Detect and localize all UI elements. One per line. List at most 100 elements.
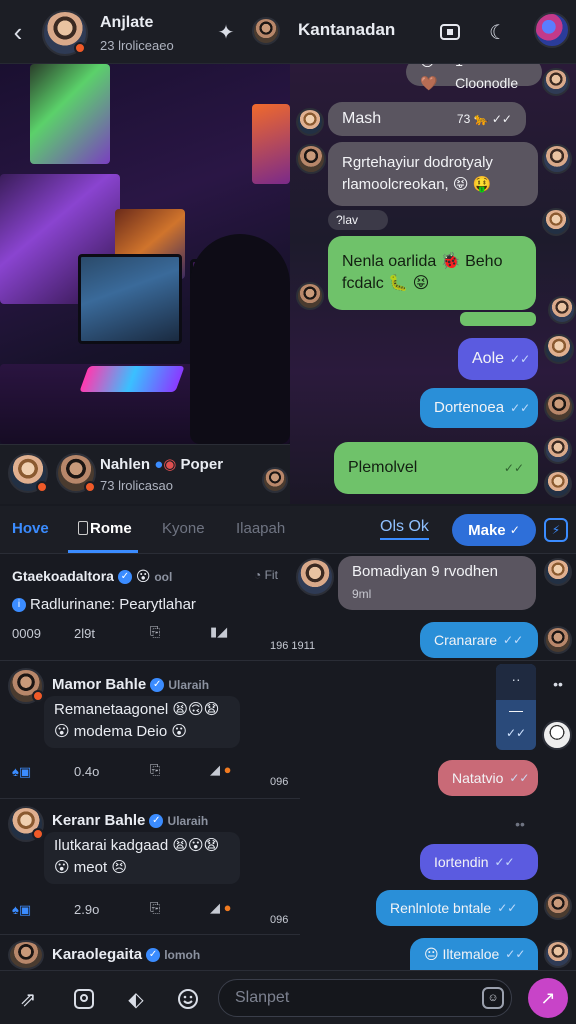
post-author[interactable]: Gtaekoadaltora ✓ 😮 ool (12, 568, 172, 585)
sparkle-icon[interactable]: ✦ (212, 18, 240, 46)
tab-hove[interactable]: Hove (12, 520, 49, 537)
post-avatar[interactable] (8, 940, 44, 970)
mini-card[interactable]: ·· — ✓✓ (496, 664, 536, 750)
like-icon[interactable]: ▮◢ (210, 624, 227, 640)
like-icon[interactable]: ♠▣ (12, 902, 31, 918)
chat-message[interactable]: Aole ✓✓ (458, 338, 538, 380)
verified-icon: ✓ (117, 570, 132, 585)
main-monitor (78, 254, 182, 344)
post-body-line: 😮 modema Deio 😮 (54, 723, 187, 740)
chat-message[interactable]: Mash 73 🐆 ✓✓ (328, 102, 526, 136)
more-icon[interactable]: •• (546, 674, 570, 694)
feed-post[interactable]: Gtaekoadaltora ✓ 😮 ool ◔ Fit i Radlurinane… (0, 560, 320, 660)
status-label[interactable]: Ols Ok (380, 518, 429, 540)
chat-avatar[interactable] (296, 144, 326, 174)
shield-icon[interactable]: ⚡ (544, 518, 568, 542)
live-badge-icon (32, 828, 44, 840)
feed-post[interactable]: Keranr Bahle ✓ Ularaih Ilutkarai kadgaad … (0, 802, 320, 932)
post-author[interactable]: Mamor Bahle ✓ Ularaih (52, 676, 209, 693)
post-body-line: Ilutkarai kadgaad 😫😮😧 (54, 837, 220, 854)
dm-message[interactable]: Natatvio ✓✓ (438, 760, 538, 796)
chat-avatar[interactable] (542, 208, 570, 236)
dm-message[interactable]: Bomadiyan 9 rvodhen 9ml (338, 556, 536, 610)
chat-avatar[interactable] (296, 282, 324, 310)
gamer-silhouette (190, 234, 290, 444)
video-icon[interactable] (436, 18, 464, 46)
live-badge-icon (36, 481, 48, 493)
volume-icon[interactable]: ◢ ● (210, 900, 231, 916)
post-author[interactable]: Karaolegaita ✓ lomoh (52, 946, 200, 963)
dm-avatar[interactable] (296, 558, 334, 596)
feed-post[interactable]: Mamor Bahle ✓ Ularaih Remanetaagonel 😫🙃😧 … (0, 664, 320, 794)
post-side-meta: 096 (270, 914, 289, 926)
tab-rome[interactable]: Rome (78, 520, 132, 537)
chat-title: Kantanadan (298, 20, 396, 39)
caption-subtitle: 73 lrolicasao (100, 478, 173, 493)
make-button[interactable]: Make ✓ (452, 514, 536, 546)
shortcut-icon[interactable]: ⇗ (14, 985, 42, 1013)
sticker-icon[interactable]: ☺ (482, 987, 504, 1009)
dm-message[interactable]: 😐 Iltemaloe ✓✓ (410, 938, 538, 970)
composer-bar: ⇗ ⬖ ☺ (0, 970, 576, 1024)
tab-kyone[interactable]: Kyone (162, 520, 205, 537)
chat-message[interactable]: Dortenoea ✓✓ (420, 388, 538, 428)
gaming-setup-image[interactable]: Nahlen ●◉ Poper 73 lrolicasao (0, 64, 290, 504)
rgb-keyboard (79, 366, 185, 392)
profile-subtitle: 23 lroliceaeo (100, 38, 174, 53)
globe-avatar-icon[interactable] (534, 12, 570, 48)
send-icon[interactable]: ↗ (528, 978, 568, 1018)
profile-name[interactable]: Anjlate (100, 14, 153, 32)
verified-icon: ✓ (146, 948, 161, 963)
chat-avatar[interactable] (544, 470, 572, 498)
chat-message[interactable]: Plemolvel ✓✓ (334, 442, 538, 494)
chat-thread: 😯🤎 1 Cloonodle Mash73 🐆 ✓✓ Rgrtehayiur d… (290, 64, 576, 504)
chat-avatar[interactable] (544, 334, 574, 364)
date-label: ?lav (328, 210, 388, 230)
live-badge-icon (84, 481, 96, 493)
dm-avatar[interactable] (544, 892, 572, 920)
live-badge-icon (32, 690, 44, 702)
image-icon[interactable] (70, 985, 98, 1013)
info-icon: i (12, 598, 26, 613)
chat-message[interactable]: Nenla oarlida 🐞 Beho fcdalc 🐛 😝 (328, 236, 536, 310)
dm-avatar[interactable] (544, 558, 572, 586)
chat-avatar[interactable] (296, 108, 324, 136)
chat-avatar[interactable] (548, 296, 576, 324)
doc-icon (78, 521, 88, 535)
post-author[interactable]: Keranr Bahle ✓ Ularaih (52, 812, 208, 829)
post-count: 2l9t (74, 626, 95, 641)
dm-message[interactable]: Iortendin ✓✓ (420, 844, 538, 880)
chat-avatar[interactable] (542, 144, 572, 174)
dm-message[interactable]: Cranarare ✓✓ (420, 622, 538, 658)
chat-avatar[interactable] (544, 392, 574, 422)
dm-avatar[interactable] (542, 720, 572, 750)
message-input[interactable] (218, 979, 512, 1017)
moon-icon[interactable]: ☾ (484, 18, 512, 46)
tab-ilaapah[interactable]: Ilaapah (236, 520, 285, 537)
share-icon[interactable]: ⎘ (150, 624, 160, 640)
tag-icon[interactable]: ⬖ (122, 985, 150, 1013)
check-icon: ✓ (509, 523, 520, 537)
chat-avatar[interactable] (542, 68, 570, 96)
chat-message[interactable]: 😯🤎 1 Cloonodle (406, 64, 542, 91)
dm-message[interactable]: Renlnlote bntale ✓✓ (376, 890, 538, 926)
post-body-line: 😮 meot 😣 (54, 859, 127, 876)
top-bar: ‹ Anjlate 23 lroliceaeo ✦ Kantanadan ☾ (0, 0, 576, 64)
active-tab-indicator (68, 550, 138, 553)
share-icon[interactable]: ⎘ (150, 762, 160, 778)
emoji-icon[interactable] (174, 985, 202, 1013)
dm-avatar[interactable] (544, 940, 572, 968)
back-arrow-icon[interactable]: ‹ (6, 16, 30, 48)
caption-avatar-3[interactable] (262, 467, 288, 493)
volume-icon[interactable]: ◢ ● (210, 762, 231, 778)
share-icon[interactable]: ⎘ (150, 900, 160, 916)
chat-avatar[interactable] (544, 436, 572, 464)
chat-avatar[interactable] (252, 17, 280, 45)
more-icon[interactable]: •• (508, 814, 532, 834)
mini-card-check: ✓✓ (505, 726, 527, 740)
chat-message[interactable]: Rgrtehayiur dodrotyaly rlamoolcreokan, 😝… (328, 142, 538, 206)
caption-user-name[interactable]: Nahlen ●◉ Poper (100, 455, 223, 473)
like-icon[interactable]: ♠▣ (12, 764, 31, 780)
dm-avatar[interactable] (544, 626, 572, 654)
feed-post[interactable]: Karaolegaita ✓ lomoh (0, 936, 320, 970)
